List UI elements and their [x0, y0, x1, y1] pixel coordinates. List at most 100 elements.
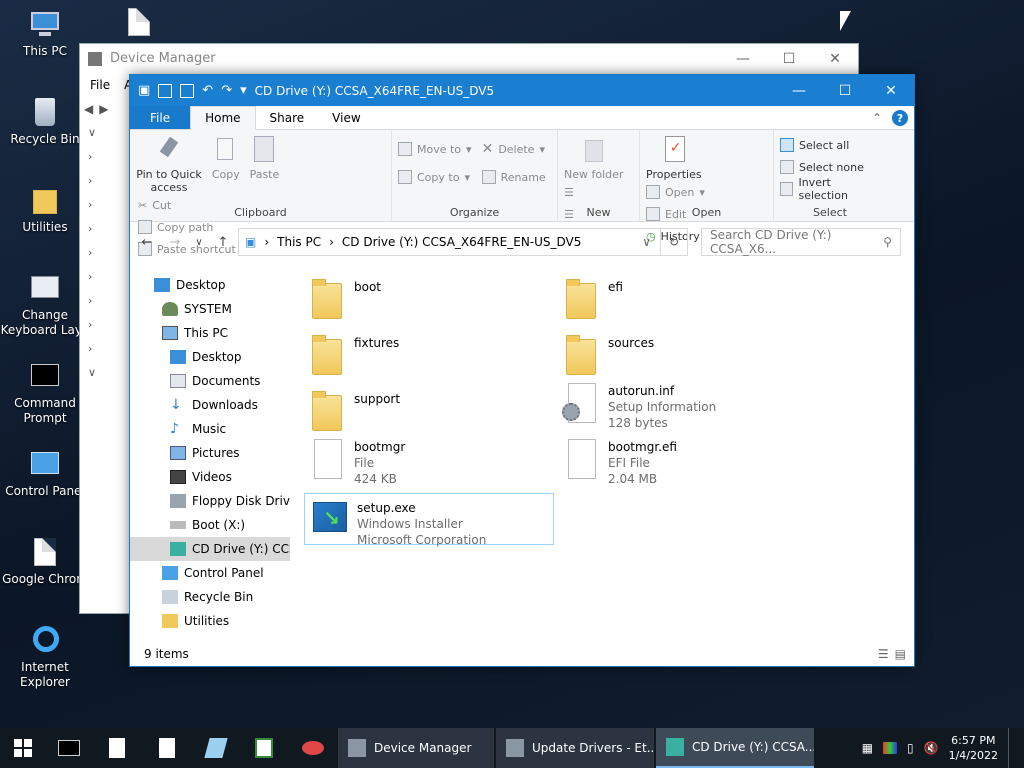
volume-muted-icon[interactable]: 🔇 — [924, 741, 939, 755]
nav-item-music[interactable]: ♪ Music — [130, 417, 290, 441]
drive-icon — [170, 521, 186, 529]
select-none-button[interactable]: Select none — [780, 156, 880, 178]
nav-item-pictures[interactable]: Pictures — [130, 441, 290, 465]
file-item-fixtures[interactable]: fixtures — [302, 329, 552, 381]
tab-share[interactable]: Share — [256, 106, 319, 129]
file-item-support[interactable]: support — [302, 385, 552, 437]
tab-home[interactable]: Home — [190, 106, 256, 130]
select-all-button[interactable]: Select all — [780, 134, 880, 156]
tab-file[interactable]: File — [130, 106, 191, 129]
desktop-icon-utilities[interactable]: Utilities — [0, 184, 90, 235]
menu-file[interactable]: File — [90, 78, 110, 92]
minimize-icon[interactable]: — — [776, 75, 822, 106]
new-item-icon[interactable]: ☰ — [564, 181, 574, 203]
taskbar-snipping-icon[interactable] — [288, 728, 338, 768]
open-button[interactable]: Open ▾ — [646, 181, 705, 203]
desktop-icon-google-chrome[interactable]: Google Chrom — [0, 536, 90, 587]
copy-to-button[interactable]: Copy to ▾ — [398, 166, 472, 188]
file-item-bootmgr[interactable]: bootmgr File 424 KB — [302, 433, 552, 486]
file-item-autorun[interactable]: autorun.inf Setup Information 128 bytes — [556, 377, 806, 430]
up-arrow-icon[interactable]: ↑ — [214, 235, 232, 250]
nav-item-control-panel[interactable]: Control Panel — [130, 561, 290, 585]
address-box[interactable]: ▣ › This PC › CD Drive (Y:) CCSA_X64FRE_… — [238, 228, 688, 256]
close-icon[interactable]: ✕ — [812, 44, 858, 73]
nav-item-desktop-2[interactable]: Desktop — [130, 345, 290, 369]
file-item-sources[interactable]: sources — [556, 329, 806, 381]
back-arrow-icon[interactable]: ◀ — [84, 102, 93, 116]
network-icon[interactable]: ▦ — [862, 741, 873, 755]
details-view-icon[interactable]: ☰ — [878, 647, 889, 661]
taskbar-notepad-icon[interactable] — [192, 728, 240, 768]
breadcrumb-cd-drive[interactable]: CD Drive (Y:) CCSA_X64FRE_EN-US_DV5 — [342, 235, 581, 249]
nav-item-system[interactable]: SYSTEM — [130, 297, 290, 321]
nav-item-utilities[interactable]: Utilities — [130, 609, 290, 633]
taskbar-app-update-drivers[interactable]: Update Drivers - Et... — [496, 728, 654, 768]
back-arrow-icon[interactable]: ← — [138, 235, 156, 250]
rename-button[interactable]: Rename — [481, 166, 546, 188]
taskbar-file-icon[interactable] — [142, 728, 192, 768]
forward-arrow-icon[interactable]: ▶ — [99, 102, 108, 116]
nav-item-this-pc[interactable]: This PC — [130, 321, 290, 345]
taskbar-file-icon[interactable] — [92, 728, 142, 768]
nav-item-cd-drive[interactable]: CD Drive (Y:) CCSA — [130, 537, 290, 561]
forward-arrow-icon[interactable]: → — [166, 235, 184, 250]
invert-selection-button[interactable]: Invert selection — [780, 176, 880, 202]
customize-dropdown-icon[interactable]: ▾ — [240, 83, 247, 98]
desktop-icon-internet-explorer[interactable]: Internet Explorer — [0, 624, 90, 690]
redo-icon[interactable]: ↷ — [221, 83, 232, 98]
close-icon[interactable]: ✕ — [868, 75, 914, 106]
nav-item-floppy[interactable]: Floppy Disk Drive — [130, 489, 290, 513]
taskbar-app-cd-drive[interactable]: CD Drive (Y:) CCSA... — [656, 728, 814, 768]
desktop-icon-recycle-bin[interactable]: Recycle Bin — [0, 96, 90, 147]
paste-button[interactable]: Paste — [250, 134, 279, 181]
minimize-icon[interactable]: — — [720, 44, 766, 73]
desktop-file-icon[interactable] — [128, 8, 150, 36]
nav-item-downloads[interactable]: ↓ Downloads — [130, 393, 290, 417]
pin-quick-access-button[interactable]: Pin to Quick access — [136, 134, 202, 194]
tab-view[interactable]: View — [318, 106, 374, 129]
user-icon — [162, 302, 178, 316]
file-item-bootmgr-efi[interactable]: bootmgr.efi EFI File 2.04 MB — [556, 433, 806, 486]
file-item-setup-exe[interactable]: ↘ setup.exe Windows Installer Microsoft Co… — [304, 493, 554, 547]
usb-icon[interactable]: ▯ — [907, 741, 914, 755]
new-folder-quick-icon[interactable] — [180, 83, 195, 98]
properties-button[interactable]: ✓ Properties — [646, 134, 702, 181]
nav-item-boot-x[interactable]: Boot (X:) — [130, 513, 290, 537]
delete-button[interactable]: ✕ Delete ▾ — [482, 138, 546, 160]
nav-item-documents[interactable]: Documents — [130, 369, 290, 393]
address-dropdown-icon[interactable]: ∨ — [642, 235, 651, 249]
move-to-button[interactable]: Move to ▾ — [398, 138, 472, 160]
nav-item-recycle-bin[interactable]: Recycle Bin — [130, 585, 290, 609]
collapse-ribbon-icon[interactable]: ⌃ — [872, 111, 882, 125]
taskbar-spreadsheet-icon[interactable] — [240, 728, 288, 768]
desktop-icon-this-pc[interactable]: This PC — [0, 8, 90, 59]
properties-quick-icon[interactable] — [158, 83, 173, 98]
maximize-icon[interactable]: ☐ — [766, 44, 812, 73]
file-item-efi[interactable]: efi — [556, 273, 806, 325]
file-icon — [306, 437, 346, 481]
display-icon[interactable] — [883, 742, 898, 754]
desktop-icon-control-panel[interactable]: Control Panel — [0, 448, 90, 499]
copy-button[interactable]: Copy — [212, 134, 240, 181]
breadcrumb-this-pc[interactable]: This PC — [277, 235, 321, 249]
large-icons-view-icon[interactable]: ▤ — [895, 647, 906, 661]
help-icon[interactable]: ? — [892, 110, 908, 126]
new-folder-button[interactable]: New folder — [564, 134, 623, 181]
taskbar-cmd-icon[interactable] — [46, 728, 92, 768]
nav-item-desktop[interactable]: Desktop — [130, 273, 290, 297]
undo-icon[interactable]: ↶ — [202, 83, 213, 98]
file-explorer-window[interactable]: ▣ ↶ ↷ ▾ CD Drive (Y:) CCSA_X64FRE_EN-US_… — [129, 74, 915, 667]
clock[interactable]: 6:57 PM 1/4/2022 — [949, 733, 998, 763]
nav-item-videos[interactable]: Videos — [130, 465, 290, 489]
start-button[interactable] — [0, 728, 46, 768]
maximize-icon[interactable]: ☐ — [822, 75, 868, 106]
desktop-icon-command-prompt[interactable]: Command Prompt — [0, 360, 90, 426]
show-desktop-button[interactable] — [1008, 728, 1014, 768]
taskbar-app-device-manager[interactable]: Device Manager — [338, 728, 494, 768]
desktop-icon-change-keyboard[interactable]: Change Keyboard Layo — [0, 272, 90, 338]
search-input[interactable]: Search CD Drive (Y:) CCSA_X6... ⚲ — [701, 228, 901, 256]
recent-locations-icon[interactable]: ∨ — [194, 237, 204, 248]
file-item-boot[interactable]: boot — [302, 273, 552, 325]
explorer-titlebar[interactable]: ▣ ↶ ↷ ▾ CD Drive (Y:) CCSA_X64FRE_EN-US_… — [130, 75, 914, 106]
refresh-icon[interactable]: ↻ — [660, 228, 688, 256]
